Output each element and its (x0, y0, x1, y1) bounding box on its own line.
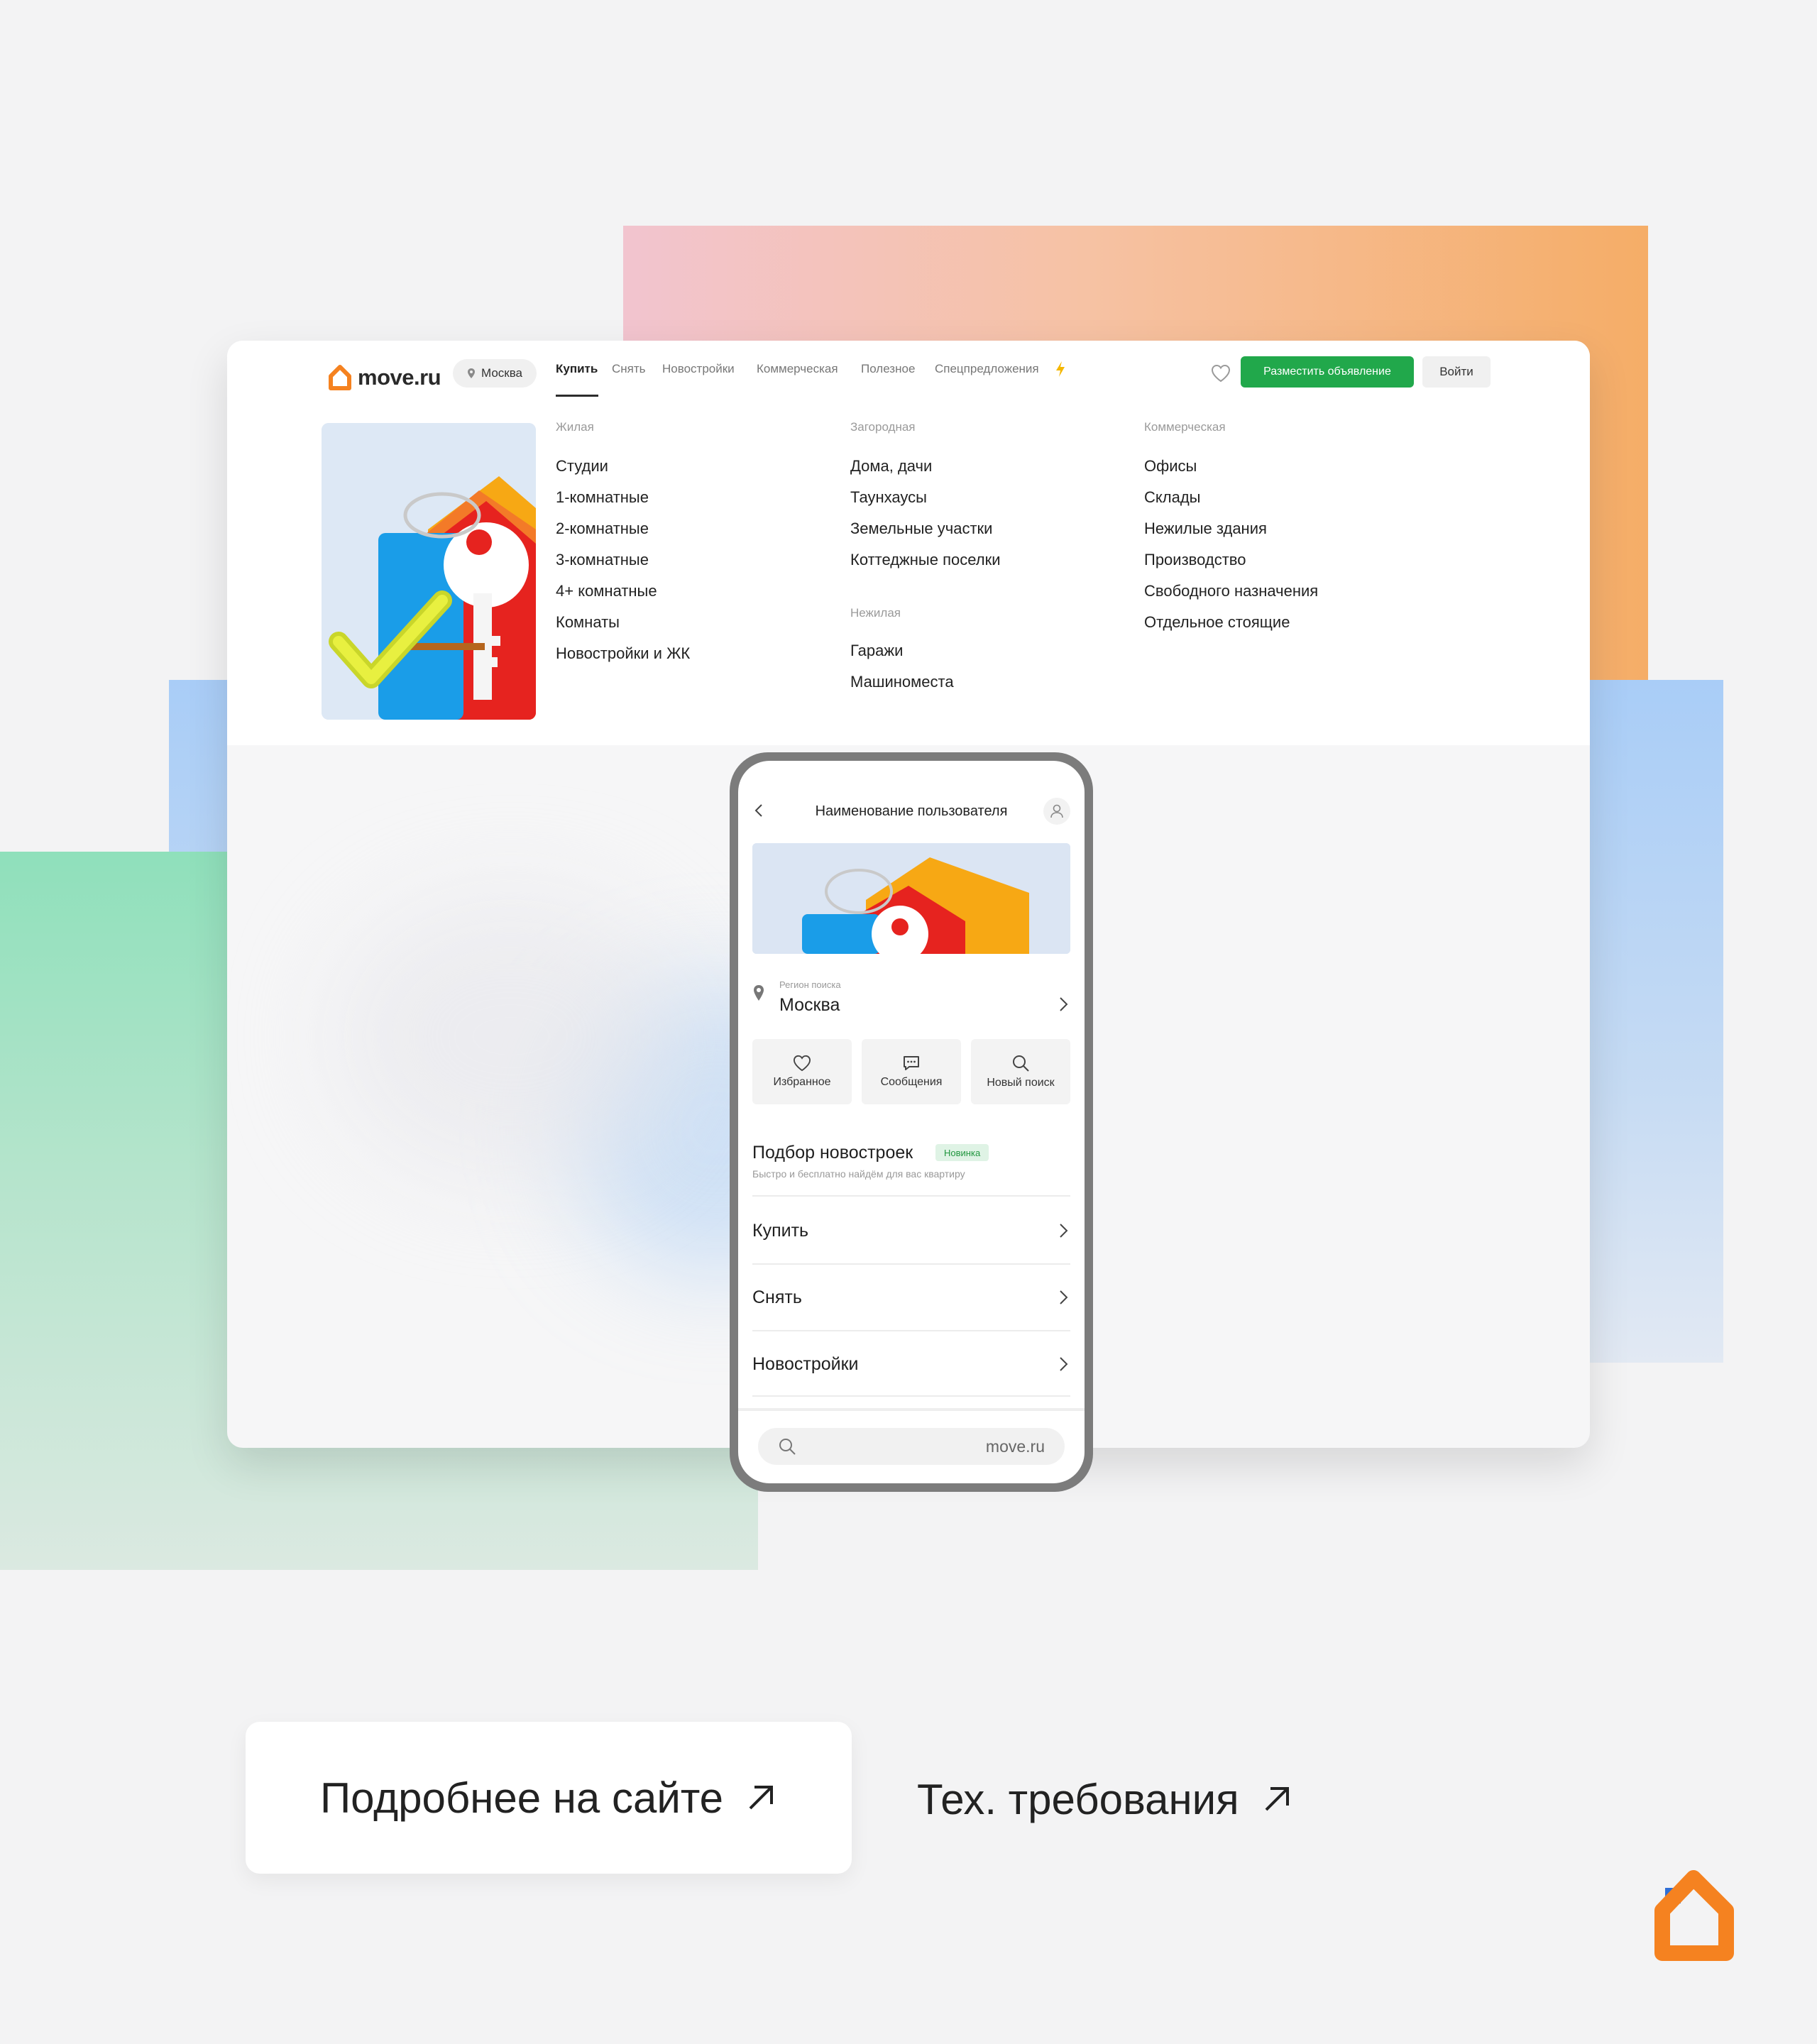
menu-link[interactable]: Коттеджные поселки (850, 551, 1001, 569)
phone-mockup: Наименование пользователя Регион поиска (730, 752, 1093, 1492)
menu-link[interactable]: Дома, дачи (850, 457, 932, 476)
phone-title: Наименование пользователя (815, 803, 1008, 819)
menu-link[interactable]: Склады (1144, 488, 1200, 507)
post-ad-button[interactable]: Разместить объявление (1241, 356, 1414, 388)
menu-link[interactable]: 2-комнатные (556, 520, 649, 538)
arrow-up-right-icon (1265, 1787, 1289, 1811)
tile-label: Избранное (773, 1076, 831, 1088)
phone-banner[interactable] (752, 843, 1070, 954)
messages-tile[interactable]: Сообщения (862, 1039, 961, 1104)
menu-heading-suburban: Загородная (850, 420, 916, 434)
menu-row-new-buildings[interactable]: Новостройки (752, 1350, 1070, 1378)
nav-commercial[interactable]: Коммерческая (757, 362, 838, 376)
heart-icon (1211, 364, 1231, 383)
city-selector[interactable]: Москва (453, 359, 537, 388)
menu-link[interactable]: Отдельное стоящие (1144, 613, 1290, 632)
house-logo-icon (329, 365, 351, 390)
tech-requirements-label: Тех. требования (917, 1775, 1239, 1823)
chevron-right-icon (1060, 1357, 1068, 1371)
login-button[interactable]: Войти (1422, 356, 1491, 388)
logo-text: move.ru (358, 365, 441, 390)
menu-link[interactable]: Студии (556, 457, 608, 476)
region-label: Регион поиска (779, 979, 841, 990)
new-badge: Новинка (935, 1144, 989, 1161)
row-label: Снять (752, 1287, 802, 1307)
menu-link[interactable]: Производство (1144, 551, 1246, 569)
menu-link[interactable]: 3-комнатные (556, 551, 649, 569)
favorites-tile[interactable]: Избранное (752, 1039, 852, 1104)
nav-active-indicator (556, 395, 598, 397)
search-icon (1013, 1055, 1029, 1072)
menu-link[interactable]: 4+ комнатные (556, 582, 657, 600)
menu-link[interactable]: Комнаты (556, 613, 620, 632)
more-on-site-button[interactable]: Подробнее на сайте (246, 1722, 852, 1874)
divider (752, 1330, 1070, 1331)
chevron-right-icon[interactable] (1056, 995, 1070, 1013)
menu-heading-commercial: Коммерческая (1144, 420, 1226, 434)
keys-illustration (322, 423, 536, 720)
chevron-right-icon (1060, 1224, 1068, 1238)
lightning-icon (1056, 361, 1065, 377)
menu-row-buy[interactable]: Купить (752, 1216, 1070, 1245)
menu-link[interactable]: Офисы (1144, 457, 1197, 476)
nav-special-offers[interactable]: Спецпредложения (935, 362, 1039, 376)
new-search-tile[interactable]: Новый поиск (971, 1039, 1070, 1104)
city-label: Москва (481, 366, 523, 380)
new-buildings-pick-subtitle: Быстро и бесплатно найдём для вас кварти… (752, 1168, 965, 1180)
nav-useful[interactable]: Полезное (861, 362, 915, 376)
row-label: Купить (752, 1220, 809, 1241)
address-text: move.ru (985, 1436, 1045, 1456)
mega-menu-panel: move.ru Москва Купить Снять Новостройки … (227, 341, 1590, 745)
nav-buy[interactable]: Купить (556, 362, 598, 376)
divider (752, 1195, 1070, 1197)
tech-requirements-link[interactable]: Тех. требования (917, 1767, 1293, 1831)
divider (752, 1395, 1070, 1397)
browser-address-bar[interactable]: move.ru (758, 1428, 1065, 1465)
nav-new-buildings[interactable]: Новостройки (662, 362, 735, 376)
menu-link[interactable]: Земельные участки (850, 520, 992, 538)
tile-label: Сообщения (880, 1076, 943, 1088)
row-label: Новостройки (752, 1353, 859, 1374)
menu-link[interactable]: Свободного назначения (1144, 582, 1318, 600)
menu-link[interactable]: 1-комнатные (556, 488, 649, 507)
menu-link[interactable]: Гаражи (850, 642, 903, 660)
message-icon (904, 1056, 919, 1070)
more-on-site-label: Подробнее на сайте (319, 1774, 724, 1822)
menu-illustration (322, 423, 536, 720)
heart-icon (793, 1055, 811, 1072)
nav-rent[interactable]: Снять (612, 362, 646, 376)
menu-heading-non-residential: Нежилая (850, 606, 901, 620)
menu-link[interactable]: Новостройки и ЖК (556, 644, 690, 663)
menu-link[interactable]: Нежилые здания (1144, 520, 1267, 538)
location-pin-icon (467, 368, 475, 378)
menu-row-rent[interactable]: Снять (752, 1283, 1070, 1312)
tile-label: Новый поиск (987, 1077, 1055, 1089)
site-logo[interactable]: move.ru (328, 358, 441, 397)
user-icon (1050, 804, 1063, 818)
location-pin-icon (754, 985, 764, 1001)
glow-grey (334, 894, 688, 1178)
chevron-right-icon (1060, 1290, 1068, 1304)
new-buildings-pick-title[interactable]: Подбор новостроек (752, 1143, 913, 1163)
menu-heading-residential: Жилая (556, 420, 594, 434)
region-value[interactable]: Москва (779, 995, 840, 1016)
brand-house-logo-icon (1654, 1870, 1734, 1961)
arrow-up-right-icon (749, 1786, 774, 1810)
menu-link[interactable]: Машиноместа (850, 673, 954, 691)
phone-screen: Наименование пользователя Регион поиска (738, 761, 1085, 1483)
bottom-bar-divider (738, 1408, 1085, 1411)
search-icon (779, 1439, 796, 1455)
favorites-button[interactable] (1207, 359, 1235, 388)
menu-link[interactable]: Таунхаусы (850, 488, 927, 507)
user-button[interactable] (1043, 798, 1070, 825)
divider (752, 1263, 1070, 1265)
keys-banner-illustration (752, 843, 1070, 954)
